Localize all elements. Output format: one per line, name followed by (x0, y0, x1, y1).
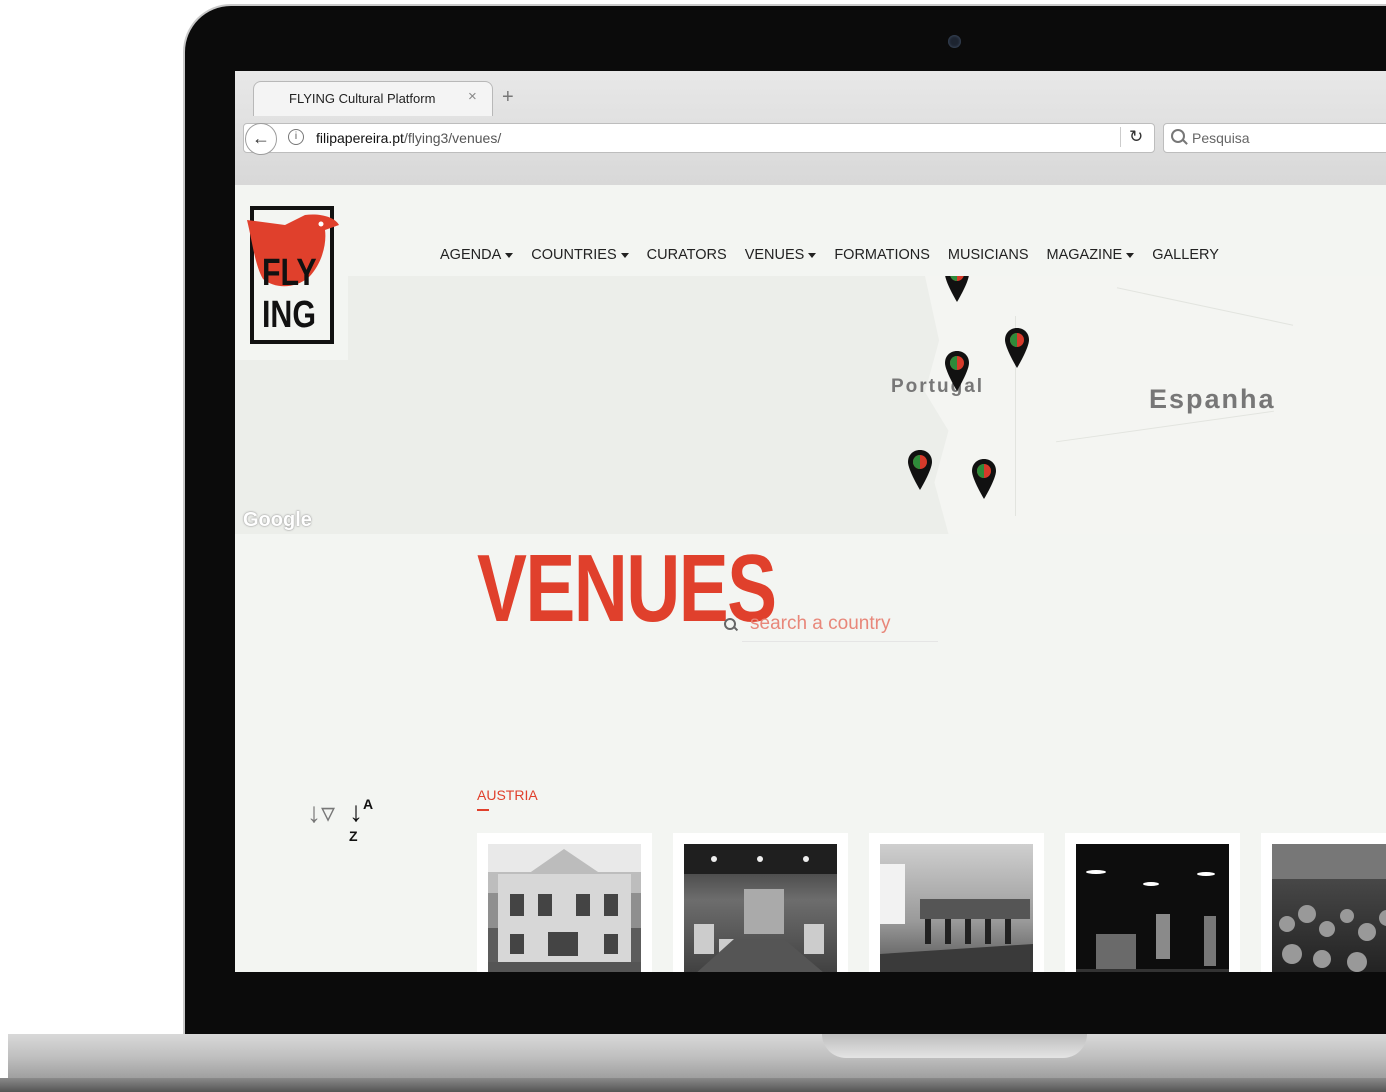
nav-label: MUSICIANS (947, 247, 1029, 263)
new-tab-icon[interactable]: + (502, 87, 514, 107)
nav-item-gallery[interactable]: GALLERY (1152, 247, 1219, 263)
nav-item-countries[interactable]: COUNTRIES (531, 247, 629, 263)
building-facade-image (488, 849, 641, 972)
concert-stage-image (1076, 870, 1229, 972)
screen: FLYING Cultural Platform × + ← i filipap… (235, 71, 1386, 972)
nav-label: AGENDA (440, 247, 502, 263)
map-pin-icon[interactable] (972, 459, 996, 499)
venue-photo (1272, 844, 1386, 972)
search-icon (724, 618, 736, 630)
nav-item-curators[interactable]: CURATORS (647, 247, 727, 263)
venue-card[interactable] (477, 833, 652, 972)
sort-alphabetical-icon[interactable]: ↓A Z (349, 796, 373, 860)
caret-down-icon (620, 252, 629, 258)
info-icon[interactable]: i (288, 129, 304, 145)
caret-down-icon (505, 252, 514, 258)
nav-label: CURATORS (646, 247, 727, 263)
nav-item-formations[interactable]: FORMATIONS (834, 247, 930, 263)
search-icon (1171, 129, 1185, 143)
cafe-interior-image (684, 844, 837, 972)
venue-photo (1076, 844, 1229, 972)
nav-label: VENUES (744, 247, 805, 263)
nav-item-agenda[interactable]: AGENDA (440, 247, 514, 263)
url-path: /flying3/venues/ (403, 130, 502, 146)
laptop-base-edge (0, 1078, 1386, 1092)
google-logo: Google (243, 509, 312, 531)
venue-photo (684, 844, 837, 972)
country-underline (477, 809, 489, 811)
venues-map[interactable]: Portugal Espanha Google (235, 276, 1386, 534)
nav-label: COUNTRIES (531, 247, 617, 263)
map-pin-icon[interactable] (1005, 328, 1029, 368)
venue-photo (880, 844, 1033, 972)
map-label-spain: Espanha (1149, 384, 1276, 414)
nav-label: FORMATIONS (834, 247, 930, 263)
logo-text-bottom: ING (262, 294, 316, 336)
venue-card[interactable] (1261, 833, 1386, 972)
laptop-notch (822, 1034, 1087, 1058)
browser-search-placeholder: Pesquisa (1192, 130, 1250, 146)
address-bar[interactable]: ← i filipapereira.pt/flying3/venues/ ↻ (243, 123, 1155, 155)
camera-icon (948, 35, 961, 48)
nav-item-venues[interactable]: VENUES (745, 247, 817, 263)
browser-tab[interactable]: FLYING Cultural Platform × (253, 81, 493, 116)
map-pin-icon[interactable] (908, 450, 932, 490)
venue-card[interactable] (673, 833, 848, 972)
crowded-hall-image (1272, 844, 1386, 972)
map-label-portugal: Portugal (891, 376, 985, 397)
main-nav: AGENDA COUNTRIES CURATORS VENUES FORMATI… (440, 247, 1237, 263)
close-tab-icon[interactable]: × (468, 88, 477, 105)
nav-item-musicians[interactable]: MUSICIANS (948, 247, 1029, 263)
reload-icon[interactable]: ↻ (1120, 127, 1143, 147)
back-arrow-icon[interactable]: ← (245, 123, 277, 155)
country-heading: AUSTRIA (477, 787, 538, 803)
tab-title: FLYING Cultural Platform (289, 91, 436, 106)
nav-label: GALLERY (1152, 247, 1219, 263)
browser-search-bar[interactable]: Pesquisa (1163, 123, 1386, 153)
bar-interior-image (880, 864, 1033, 972)
url-host: filipapereira.pt (316, 130, 404, 146)
caret-down-icon (808, 252, 817, 258)
map-pin-icon[interactable] (945, 351, 969, 391)
url-text[interactable]: filipapereira.pt/flying3/venues/ (316, 130, 501, 146)
flying-logo: FLY ING (247, 206, 339, 344)
map-pin-icon[interactable] (945, 276, 969, 302)
caret-down-icon (1126, 252, 1135, 258)
browser-chrome: FLYING Cultural Platform × + ← i filipap… (235, 71, 1386, 186)
logo-text-top: FLY (262, 252, 317, 294)
site-logo[interactable]: FLY ING (235, 185, 348, 360)
venue-photo (488, 844, 641, 972)
sort-pin-icon[interactable]: ↓▿ (307, 796, 335, 829)
country-search-input[interactable] (742, 607, 938, 642)
venue-card[interactable] (869, 833, 1044, 972)
nav-item-magazine[interactable]: MAGAZINE (1047, 247, 1135, 263)
venue-card[interactable] (1065, 833, 1240, 972)
nav-label: MAGAZINE (1046, 247, 1123, 263)
